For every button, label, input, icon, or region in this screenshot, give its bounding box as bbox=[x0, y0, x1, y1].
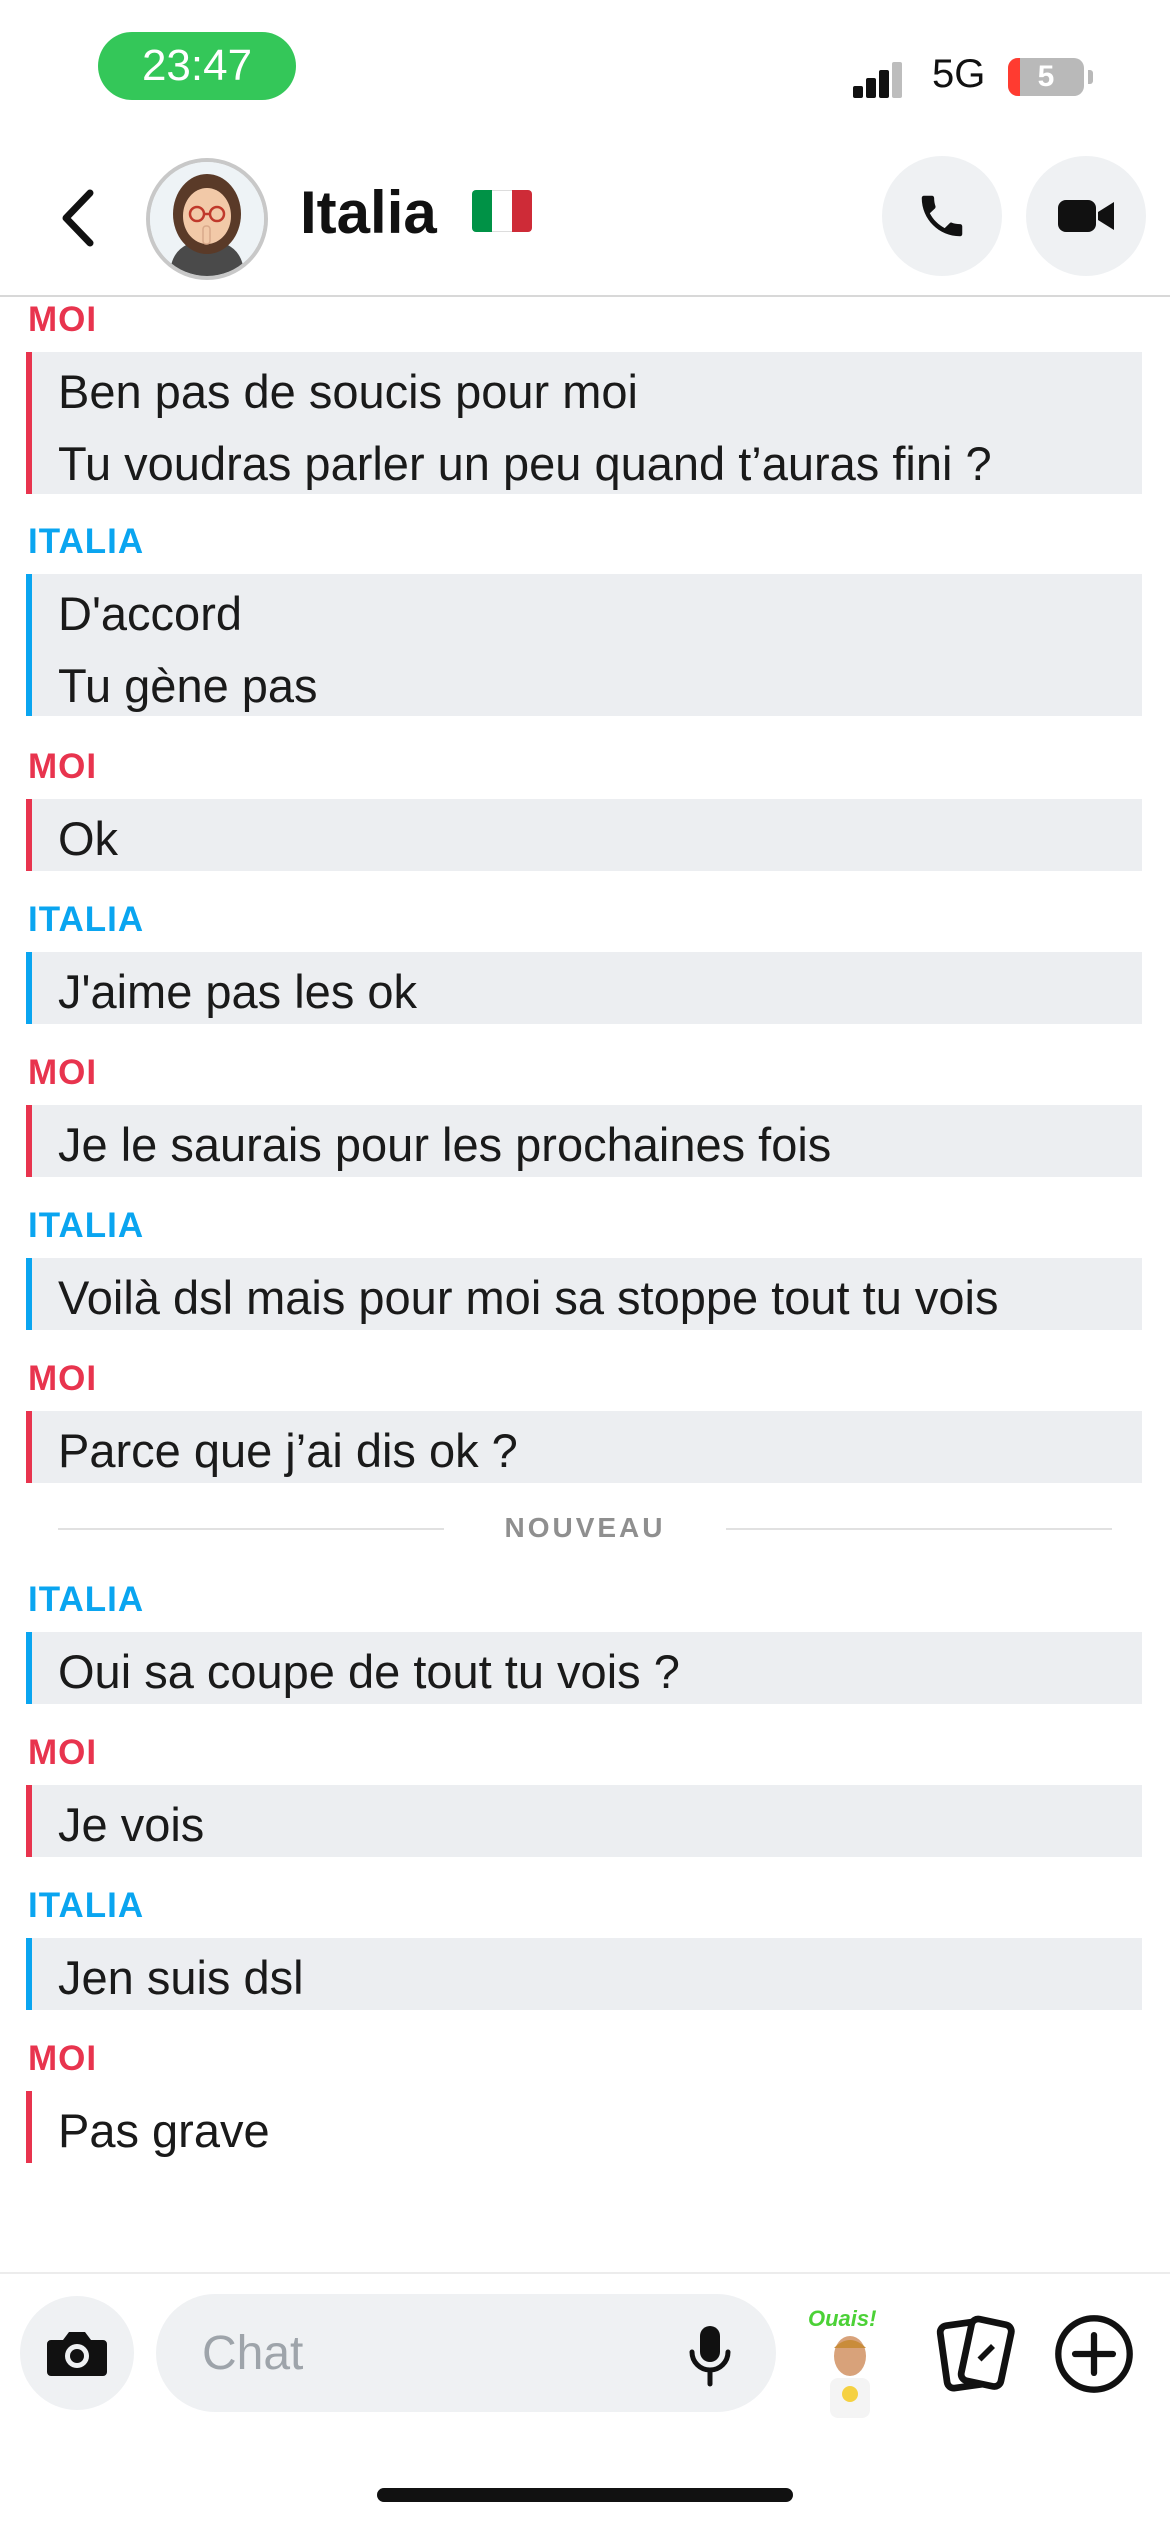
message-bubble[interactable]: J'aime pas les ok bbox=[26, 952, 1142, 1024]
message-bubble[interactable]: Ok bbox=[26, 799, 1142, 871]
message-text: Ben pas de soucis pour moi bbox=[58, 365, 638, 418]
home-indicator[interactable] bbox=[377, 2488, 793, 2502]
sender-label: MOI bbox=[28, 1053, 98, 1092]
sender-label: ITALIA bbox=[28, 1580, 145, 1619]
sender-label: ITALIA bbox=[28, 1206, 145, 1245]
sender-label: MOI bbox=[28, 2039, 98, 2078]
camera-button[interactable] bbox=[20, 2296, 134, 2410]
message-bubble[interactable]: Pas grave bbox=[26, 2091, 1142, 2163]
message-text: Oui sa coupe de tout tu vois ? bbox=[58, 1645, 680, 1698]
sender-label: MOI bbox=[28, 1359, 98, 1398]
video-camera-icon bbox=[1058, 200, 1114, 232]
sender-label: ITALIA bbox=[28, 522, 145, 561]
sender-label: ITALIA bbox=[28, 900, 145, 939]
status-bar: 23:47 5G 5 bbox=[0, 0, 1170, 140]
phone-icon bbox=[921, 195, 963, 237]
message-text: Jen suis dsl bbox=[58, 1951, 304, 2004]
divider-line bbox=[726, 1528, 1112, 1530]
memories-cards-button[interactable] bbox=[930, 2310, 1020, 2400]
sender-label: MOI bbox=[28, 1733, 98, 1772]
battery-icon: 5 bbox=[1008, 58, 1084, 96]
status-time: 23:47 bbox=[98, 32, 296, 100]
bitmoji-sticker-button[interactable]: Ouais! bbox=[802, 2306, 898, 2418]
message-bubble[interactable]: Je vois bbox=[26, 1785, 1142, 1857]
signal-strength-icon bbox=[853, 58, 915, 98]
message-text: Tu gène pas bbox=[58, 659, 318, 712]
message-bubble[interactable]: Jen suis dsl bbox=[26, 1938, 1142, 2010]
chat-header: Italia bbox=[0, 140, 1170, 297]
chat-input[interactable]: Chat bbox=[156, 2294, 776, 2412]
add-button[interactable] bbox=[1052, 2312, 1136, 2396]
message-text: D'accord bbox=[58, 587, 242, 640]
contact-avatar[interactable] bbox=[146, 158, 268, 280]
message-text: Je vois bbox=[58, 1798, 205, 1851]
message-text: Ok bbox=[58, 812, 119, 865]
italy-flag-icon bbox=[472, 190, 532, 232]
message-bubble[interactable]: Je le saurais pour les prochaines fois bbox=[26, 1105, 1142, 1177]
call-button[interactable] bbox=[882, 156, 1002, 276]
message-bubble[interactable]: Oui sa coupe de tout tu vois ? bbox=[26, 1632, 1142, 1704]
chat-input-placeholder: Chat bbox=[202, 2327, 304, 2380]
video-call-button[interactable] bbox=[1026, 156, 1146, 276]
bitmoji-avatar-icon bbox=[150, 162, 264, 276]
message-text: Parce que j’ai dis ok ? bbox=[58, 1424, 518, 1477]
network-type: 5G bbox=[932, 52, 986, 96]
camera-icon bbox=[47, 2332, 107, 2376]
chevron-left-icon bbox=[62, 189, 94, 247]
message-text: Tu voudras parler un peu quand t’auras f… bbox=[58, 437, 992, 490]
back-button[interactable] bbox=[48, 178, 108, 258]
bitmoji-icon bbox=[830, 2336, 870, 2418]
sender-label: MOI bbox=[28, 300, 98, 339]
battery-tip bbox=[1088, 70, 1093, 84]
chat-input-bar: Chat Ouais! bbox=[0, 2272, 1170, 2434]
sender-label: ITALIA bbox=[28, 1886, 145, 1925]
microphone-icon[interactable] bbox=[686, 2324, 734, 2388]
message-bubble[interactable]: Voilà dsl mais pour moi sa stoppe tout t… bbox=[26, 1258, 1142, 1330]
cards-icon bbox=[936, 2315, 1015, 2392]
message-text: J'aime pas les ok bbox=[58, 965, 418, 1018]
sender-label: MOI bbox=[28, 747, 98, 786]
message-text: Voilà dsl mais pour moi sa stoppe tout t… bbox=[58, 1271, 999, 1324]
plus-circle-icon bbox=[1055, 2315, 1133, 2393]
message-bubble[interactable]: Ben pas de soucis pour moi Tu voudras pa… bbox=[26, 352, 1142, 494]
contact-name[interactable]: Italia bbox=[300, 178, 437, 247]
message-text: Je le saurais pour les prochaines fois bbox=[58, 1118, 832, 1171]
message-text: Pas grave bbox=[58, 2104, 270, 2157]
battery-level: 5 bbox=[1037, 60, 1055, 93]
message-bubble[interactable]: Parce que j’ai dis ok ? bbox=[26, 1411, 1142, 1483]
message-bubble[interactable]: D'accord Tu gène pas bbox=[26, 574, 1142, 716]
